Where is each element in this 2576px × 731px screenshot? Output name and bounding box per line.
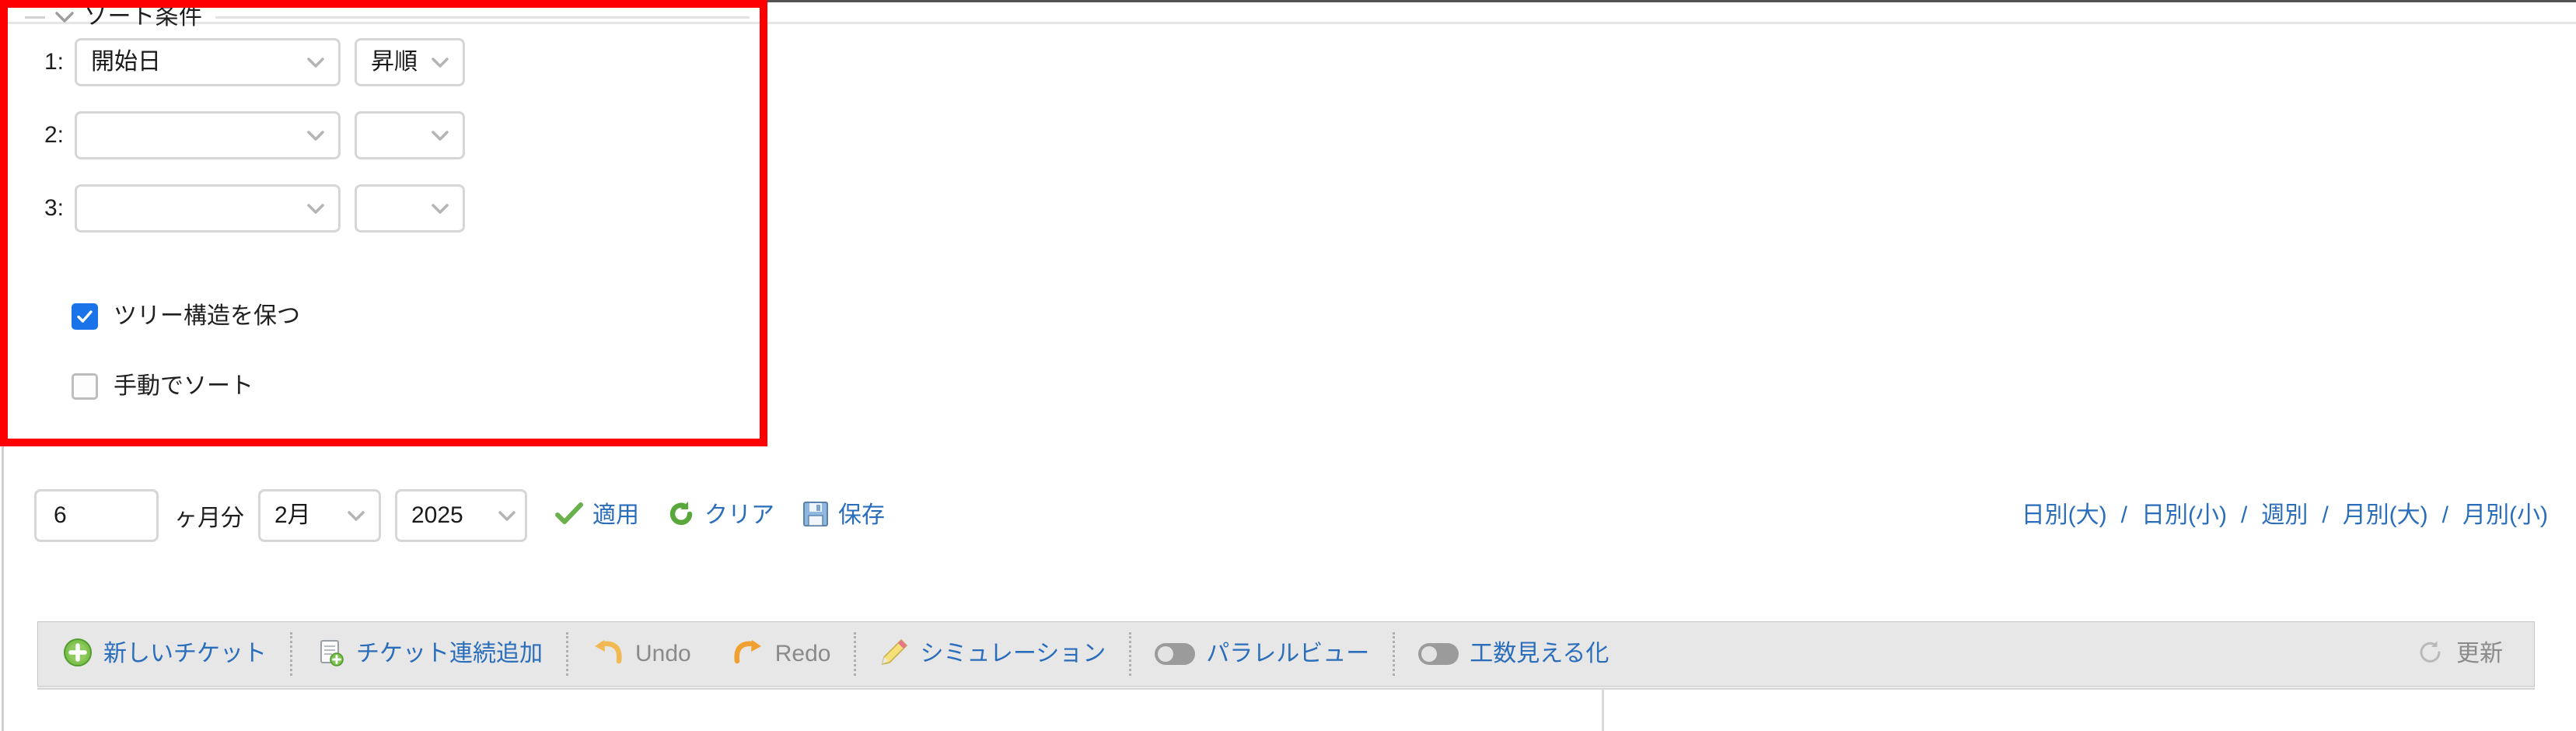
chevron-down-icon xyxy=(304,127,327,144)
toolbar-separator xyxy=(1129,632,1132,676)
redo-label: Redo xyxy=(774,641,831,666)
view-mode-separator: / xyxy=(2322,502,2329,528)
view-mode-links: 日別(大) / 日別(小) / 週別 / 月別(大) / 月別(小) xyxy=(2022,482,2548,549)
undo-arrow-icon xyxy=(592,639,624,670)
document-add-icon xyxy=(316,638,345,671)
keep-tree-structure-checkbox-row[interactable]: ツリー構造を保つ xyxy=(72,300,300,333)
chevron-down-icon xyxy=(304,200,327,217)
view-mode-separator: / xyxy=(2441,502,2449,528)
sort-row-2: 2: xyxy=(30,110,465,160)
parallel-view-label: パラレルビュー xyxy=(1206,641,1370,666)
sort-field-select-1-value: 開始日 xyxy=(91,49,161,75)
add-tickets-consecutively-button[interactable]: チケット連続追加 xyxy=(295,621,563,687)
refresh-circle-icon xyxy=(2417,638,2445,670)
redo-arrow-icon xyxy=(732,639,764,670)
sort-order-select-3[interactable] xyxy=(355,184,465,233)
start-month-select[interactable]: 2月 xyxy=(258,489,381,542)
apply-button-label: 適用 xyxy=(592,502,639,528)
view-mode-day-large[interactable]: 日別(大) xyxy=(2022,504,2107,527)
view-mode-separator: / xyxy=(2120,502,2128,528)
sort-field-select-3[interactable] xyxy=(75,184,341,233)
new-ticket-label: 新しいチケット xyxy=(103,641,267,666)
green-check-icon xyxy=(555,502,583,530)
months-count-input[interactable]: 6 xyxy=(34,489,159,542)
green-refresh-icon xyxy=(667,500,695,532)
floppy-disk-icon xyxy=(802,501,829,531)
sort-row-2-index: 2: xyxy=(44,122,64,148)
toggle-knob xyxy=(1421,646,1438,662)
sort-row-1-index: 1: xyxy=(44,49,64,75)
chevron-down-icon xyxy=(428,200,452,217)
view-mode-day-small[interactable]: 日別(小) xyxy=(2141,504,2227,527)
toolbar-separator xyxy=(566,632,568,676)
keep-tree-structure-checkbox[interactable] xyxy=(72,303,98,330)
chevron-down-icon xyxy=(304,54,327,71)
months-unit-label: ヶ月分 xyxy=(174,505,244,531)
view-mode-month-large[interactable]: 月別(大) xyxy=(2343,504,2428,527)
panel-left-border xyxy=(2,0,4,731)
sort-order-select-2[interactable] xyxy=(355,111,465,159)
chevron-down-icon xyxy=(428,54,452,71)
clear-button-label: クリア xyxy=(704,502,774,528)
toolbar-separator xyxy=(854,632,857,676)
refresh-button[interactable]: 更新 xyxy=(2397,621,2534,687)
view-mode-separator: / xyxy=(2241,502,2248,528)
sort-order-select-1[interactable]: 昇順 xyxy=(355,38,465,86)
save-button[interactable]: 保存 xyxy=(802,501,885,531)
pencil-icon xyxy=(879,638,909,671)
parallel-view-toggle[interactable]: パラレルビュー xyxy=(1134,621,1389,687)
manual-sort-checkbox[interactable] xyxy=(72,373,98,400)
undo-button[interactable]: Undo xyxy=(571,621,711,687)
toggle-off-icon[interactable] xyxy=(1155,643,1196,665)
chevron-down-icon xyxy=(344,507,368,524)
view-mode-week[interactable]: 週別 xyxy=(2261,504,2308,527)
new-ticket-button[interactable]: 新しいチケット xyxy=(38,621,287,687)
chevron-down-icon[interactable] xyxy=(53,7,76,27)
clear-button[interactable]: クリア xyxy=(667,500,774,532)
main-toolbar: 新しいチケット チケット連続追加 Undo Redo シミュレーション パラレル… xyxy=(37,621,2535,687)
redo-button[interactable]: Redo xyxy=(711,621,851,687)
start-year-select-value: 2025 xyxy=(411,502,463,528)
chevron-down-icon xyxy=(495,507,519,524)
bottom-cell-divider xyxy=(1602,687,1604,731)
sort-conditions-legend: ソート条件 xyxy=(17,3,756,31)
toggle-knob xyxy=(1158,646,1174,662)
view-mode-month-small[interactable]: 月別(小) xyxy=(2462,504,2548,527)
sort-field-select-1[interactable]: 開始日 xyxy=(75,38,341,86)
apply-button[interactable]: 適用 xyxy=(555,502,639,530)
sort-order-select-1-value: 昇順 xyxy=(371,49,418,75)
start-year-select[interactable]: 2025 xyxy=(395,489,527,542)
months-count-value: 6 xyxy=(54,502,67,528)
save-button-label: 保存 xyxy=(838,502,885,528)
refresh-label: 更新 xyxy=(2456,641,2503,666)
sort-field-select-2[interactable] xyxy=(75,111,341,159)
toolbar-separator xyxy=(1393,632,1396,676)
add-tickets-consecutively-label: チケット連続追加 xyxy=(356,641,543,666)
sort-conditions-panel: ソート条件 1: 開始日 昇順 2: 3: ツリー構造を保つ 手動でソート xyxy=(8,3,758,442)
sort-row-1: 1: 開始日 昇順 xyxy=(30,37,465,87)
manual-sort-label: 手動でソート xyxy=(114,373,253,399)
toolbar-separator xyxy=(290,632,292,676)
simulation-button[interactable]: シミュレーション xyxy=(859,621,1126,687)
undo-label: Undo xyxy=(635,641,691,666)
legend-rule xyxy=(215,16,750,19)
toggle-off-icon[interactable] xyxy=(1418,643,1459,665)
workload-visualization-label: 工数見える化 xyxy=(1470,641,1610,666)
workload-visualization-toggle[interactable]: 工数見える化 xyxy=(1398,621,1629,687)
window-top-border xyxy=(0,0,2576,2)
sort-row-3-index: 3: xyxy=(44,195,64,221)
toolbar-underline xyxy=(37,687,2535,690)
chevron-down-icon xyxy=(428,127,452,144)
manual-sort-checkbox-row[interactable]: 手動でソート xyxy=(72,370,253,403)
simulation-label: シミュレーション xyxy=(920,641,1106,666)
sort-row-3: 3: xyxy=(30,184,465,233)
sort-conditions-title: ソート条件 xyxy=(84,4,203,30)
legend-dash xyxy=(25,16,45,19)
green-plus-circle-icon xyxy=(63,638,93,671)
start-month-select-value: 2月 xyxy=(274,502,311,528)
keep-tree-structure-label: ツリー構造を保つ xyxy=(114,303,300,329)
